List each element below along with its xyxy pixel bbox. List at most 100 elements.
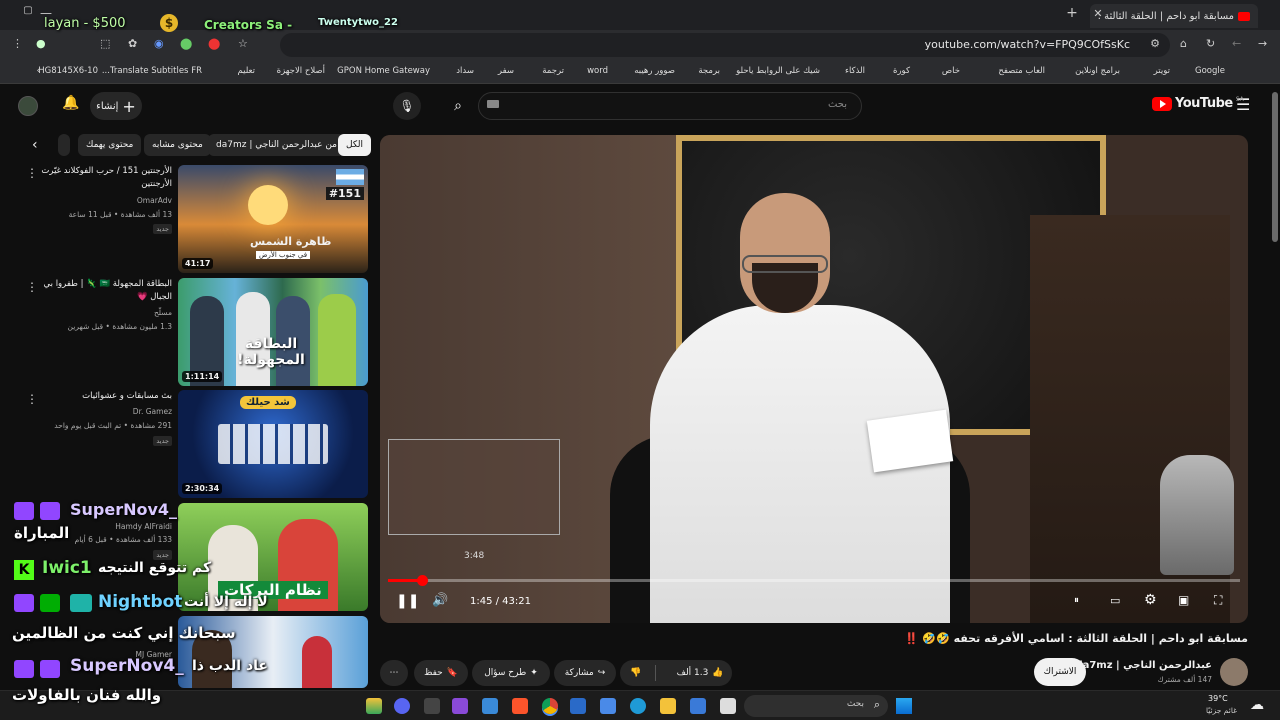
subscribe-button[interactable]: الاشتراك: [1034, 658, 1086, 686]
home-icon[interactable]: ⌂: [1180, 37, 1187, 50]
chip-from-channel[interactable]: من عبدالرحمن الناجي | da7mz: [208, 134, 346, 156]
app-icon[interactable]: [452, 698, 468, 714]
subtitles-icon[interactable]: ▭: [1110, 594, 1120, 607]
video-title[interactable]: الأرجنتين 151 / حرب الفوكلاند غيّرت الأر…: [37, 165, 172, 191]
bookmark-item[interactable]: تعليم: [237, 66, 255, 76]
taskbar-search[interactable]: بحث ⌕: [744, 695, 888, 717]
extension-icon[interactable]: ⬤: [208, 37, 220, 50]
profile-avatar-icon[interactable]: ●: [36, 37, 46, 50]
ask-button[interactable]: ✦ طرح سؤال: [472, 660, 550, 686]
bookmark-item[interactable]: word: [587, 66, 608, 76]
notifications-bell-icon[interactable]: 🔔: [62, 95, 79, 111]
maximize-icon[interactable]: ▢: [18, 5, 38, 23]
bookmark-item[interactable]: GPON Home Gateway: [337, 66, 430, 76]
bookmark-item[interactable]: برمجة: [698, 66, 720, 76]
discord-icon[interactable]: [394, 698, 410, 714]
save-button[interactable]: 🔖 حفظ: [414, 660, 468, 686]
video-thumbnail[interactable]: البطاقة المجهولة! 1:11:14: [178, 278, 368, 386]
progress-scrubber[interactable]: [417, 575, 428, 586]
start-icon[interactable]: [896, 698, 912, 714]
channel-name[interactable]: عبدالرحمن الناجي | da7mz: [1075, 660, 1212, 671]
menu-dots-icon[interactable]: ⋮: [12, 37, 23, 50]
video-options-icon[interactable]: ⋮: [26, 166, 38, 180]
microphone-icon[interactable]: 🎙: [393, 92, 421, 120]
bookmark-item[interactable]: سداد: [456, 66, 474, 76]
site-settings-icon[interactable]: ⚙: [1150, 37, 1160, 50]
bookmark-item[interactable]: سفر: [498, 66, 514, 76]
chip-recommended[interactable]: محتوى يهمك: [78, 134, 142, 156]
bookmark-item[interactable]: أصلاح الاجهزة: [277, 66, 325, 76]
extension-icon[interactable]: ⬚: [100, 37, 110, 50]
fullscreen-icon[interactable]: ⛶: [1214, 593, 1222, 608]
taskview-icon[interactable]: [720, 698, 736, 714]
video-thumbnail[interactable]: #151 ظاهرة الشمس في جنوب الأرض 41:17: [178, 165, 368, 273]
page-scrollbar[interactable]: [1272, 92, 1278, 242]
autoplay-toggle-icon[interactable]: ⏸: [1074, 595, 1079, 606]
video-player[interactable]: 3:48 ❚❚ 🔊 1:45 / 43:21 ⏸ ▭ ⚙ ▣ ⛶: [380, 135, 1248, 623]
new-tab-icon[interactable]: +: [1062, 5, 1082, 23]
bookmark-star-icon[interactable]: ☆: [238, 37, 248, 50]
video-options-icon[interactable]: ⋮: [26, 280, 38, 294]
bookmark-item[interactable]: كورة: [893, 66, 910, 76]
video-title[interactable]: بث مسابقات و عشوائيات: [37, 390, 172, 403]
dislike-button[interactable]: 👎: [620, 668, 651, 678]
share-button[interactable]: ↪ مشاركة: [554, 660, 616, 686]
new-badge: جديد: [153, 224, 172, 234]
app-icon[interactable]: [482, 698, 498, 714]
miniplayer-icon[interactable]: ▣: [1178, 593, 1189, 607]
channel-avatar[interactable]: [1220, 658, 1248, 686]
video-options-icon[interactable]: ⋮: [26, 392, 38, 406]
chrome-icon[interactable]: [542, 698, 558, 714]
edge-icon[interactable]: [630, 698, 646, 714]
file-explorer-icon[interactable]: [660, 698, 676, 714]
bookmark-item[interactable]: Translate Subtitles FR...: [102, 66, 202, 76]
search-box[interactable]: بحث: [478, 92, 862, 120]
video-thumbnail[interactable]: شد حيلك 2:30:34: [178, 390, 368, 498]
progress-track[interactable]: [388, 579, 1240, 582]
close-tab-icon[interactable]: ✕: [1088, 7, 1108, 25]
keyboard-icon[interactable]: [487, 100, 499, 108]
like-button[interactable]: 👍 1.3 ألف: [660, 668, 732, 678]
xbox-icon[interactable]: [424, 698, 440, 714]
app-icon[interactable]: [366, 698, 382, 714]
app-icon[interactable]: [690, 698, 706, 714]
store-icon[interactable]: [600, 698, 616, 714]
settings-gear-icon[interactable]: ⚙: [1144, 592, 1157, 608]
reload-icon[interactable]: ↻: [1206, 37, 1215, 50]
bookmark-item[interactable]: العاب متصفح: [998, 66, 1045, 76]
bookmark-item[interactable]: برامج اونلاين: [1075, 66, 1120, 76]
video-channel[interactable]: مسلّح: [154, 308, 172, 317]
pause-icon[interactable]: ❚❚: [396, 593, 419, 609]
chip-all[interactable]: الكل: [338, 134, 372, 156]
create-button[interactable]: إنشاء +: [90, 92, 142, 120]
bookmark-item[interactable]: شيك على الروابط ياحلو: [736, 66, 820, 76]
video-channel[interactable]: OmarAdv: [137, 196, 172, 205]
search-icon[interactable]: ⌕: [440, 92, 476, 120]
app-icon[interactable]: [570, 698, 586, 714]
extension-icon[interactable]: ⬤: [180, 37, 192, 50]
bookmark-item[interactable]: الذكاء: [845, 66, 865, 76]
volume-icon[interactable]: 🔊: [432, 593, 448, 608]
address-bar[interactable]: youtube.com/watch?v=FPQ9COfSsKc ⚙: [280, 33, 1170, 57]
extension-icon[interactable]: ✿: [128, 37, 137, 50]
extension-icon[interactable]: ◉: [154, 37, 164, 50]
chip-more[interactable]: [58, 134, 70, 156]
chips-scroll-left-icon[interactable]: ‹: [32, 137, 38, 153]
youtube-logo[interactable]: YouTube SA: [1152, 96, 1244, 111]
bookmark-item[interactable]: خاص: [942, 66, 960, 76]
bookmark-item[interactable]: ترجمة: [542, 66, 564, 76]
more-actions-button[interactable]: ⋯: [380, 660, 408, 686]
bookmark-item[interactable]: HG8145X6-10: [38, 66, 98, 76]
back-icon[interactable]: →: [1258, 37, 1267, 50]
video-channel[interactable]: Dr. Gamez: [133, 407, 172, 416]
bookmark-item[interactable]: Google: [1195, 66, 1225, 76]
bookmark-item[interactable]: تويتر: [1154, 66, 1170, 76]
account-avatar[interactable]: [18, 96, 38, 116]
active-tab[interactable]: مسابقة ابو داحم | الحلقة الثالثة :: [1090, 4, 1258, 28]
chip-related[interactable]: محتوى مشابه: [144, 134, 211, 156]
video-channel[interactable]: Hamdy AlFraidi: [115, 522, 172, 531]
forward-icon[interactable]: ←: [1232, 37, 1241, 50]
brave-icon[interactable]: [512, 698, 528, 714]
video-title[interactable]: البطاقة المجهولة 🇸🇦 🦎 | طفروا بي الجبال …: [37, 278, 172, 304]
bookmark-item[interactable]: صوور رهيبه: [634, 66, 675, 76]
